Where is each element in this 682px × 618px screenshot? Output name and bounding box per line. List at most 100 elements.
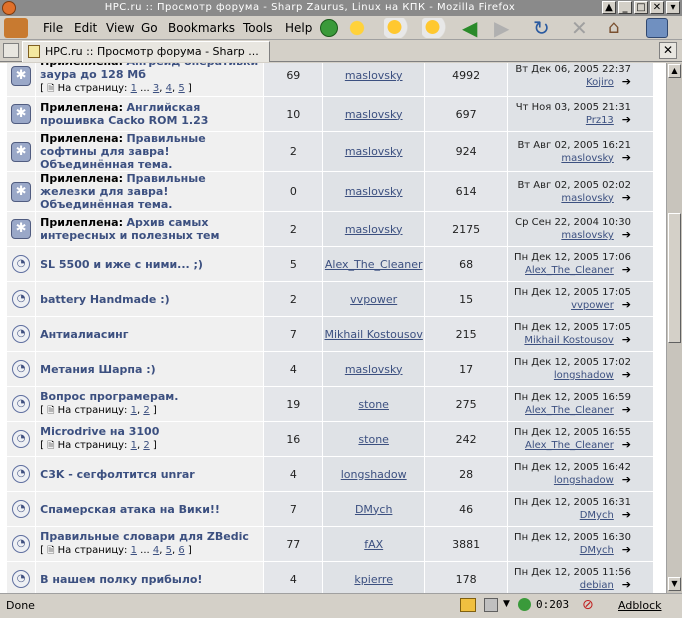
- author-link[interactable]: DMych: [355, 503, 393, 516]
- author-link[interactable]: maslovsky: [345, 108, 403, 121]
- goto-last-post-icon[interactable]: ➔: [617, 509, 631, 520]
- goto-last-post-icon[interactable]: ➔: [617, 299, 631, 310]
- last-post-user-link[interactable]: Prz13: [586, 115, 614, 126]
- goto-last-post-icon[interactable]: ➔: [617, 152, 631, 163]
- page-link[interactable]: 4: [166, 83, 172, 94]
- back-icon[interactable]: ◀: [462, 18, 484, 38]
- last-post-user-link[interactable]: longshadow: [554, 475, 614, 486]
- goto-last-post-icon[interactable]: ➔: [617, 264, 631, 275]
- author-link[interactable]: stone: [358, 398, 389, 411]
- goto-last-post-icon[interactable]: ➔: [617, 334, 631, 345]
- author-link[interactable]: kpierre: [354, 573, 393, 586]
- topic-title-link[interactable]: battery Handmade :): [40, 293, 170, 306]
- author-link[interactable]: maslovsky: [345, 223, 403, 236]
- menu-bookmarks[interactable]: Bookmarks: [168, 21, 235, 35]
- author-link[interactable]: vvpower: [350, 293, 397, 306]
- goto-last-post-icon[interactable]: ➔: [617, 439, 631, 450]
- last-post-user-link[interactable]: maslovsky: [561, 153, 613, 164]
- topic-title-link[interactable]: Microdrive на 3100: [40, 425, 159, 438]
- scrollbar-thumb[interactable]: [668, 213, 681, 343]
- last-post-user-link[interactable]: vvpower: [571, 300, 614, 311]
- adblock-link[interactable]: Adblock: [618, 599, 662, 612]
- topic-title-link[interactable]: Антиалиасинг: [40, 328, 128, 341]
- weather-cloudy-icon[interactable]: [384, 18, 414, 38]
- menu-view[interactable]: View: [106, 21, 134, 35]
- page-link[interactable]: 1: [131, 440, 137, 451]
- page-link[interactable]: 5: [178, 83, 184, 94]
- page-link[interactable]: 1: [131, 545, 137, 556]
- author-link[interactable]: longshadow: [341, 468, 407, 481]
- home-icon[interactable]: ⌂: [608, 18, 630, 38]
- menu-file[interactable]: File: [43, 21, 63, 35]
- page-link[interactable]: 3: [153, 83, 159, 94]
- close-window-icon[interactable]: ✕: [650, 1, 664, 14]
- window-menu-icon[interactable]: ▾: [666, 1, 680, 14]
- weather-sun-icon[interactable]: [346, 18, 368, 38]
- topic-title-link[interactable]: SL 5500 и иже с ними... ;): [40, 258, 203, 271]
- menu-help[interactable]: Help: [285, 21, 312, 35]
- goto-last-post-icon[interactable]: ➔: [617, 544, 631, 555]
- new-tab-icon[interactable]: [3, 43, 19, 58]
- topic-title-link[interactable]: Вопрос програмерам.: [40, 390, 178, 403]
- vertical-scrollbar[interactable]: ▲ ▼: [666, 63, 682, 593]
- maximize-icon[interactable]: □: [634, 1, 648, 14]
- last-post-user-link[interactable]: Kojiro: [586, 77, 614, 88]
- author-link[interactable]: Alex_The_Cleaner: [325, 258, 423, 271]
- stop-icon[interactable]: ✕: [571, 18, 593, 38]
- page-link[interactable]: 5: [166, 545, 172, 556]
- last-post-user-link[interactable]: maslovsky: [561, 230, 613, 241]
- author-link[interactable]: Mikhail Kostousov: [325, 328, 423, 341]
- goto-last-post-icon[interactable]: ➔: [617, 76, 631, 87]
- page-link[interactable]: 2: [143, 405, 149, 416]
- shade-icon[interactable]: ▲: [602, 1, 616, 14]
- menu-tools[interactable]: Tools: [243, 21, 273, 35]
- menu-go[interactable]: Go: [141, 21, 158, 35]
- last-post-user-link[interactable]: DMych: [580, 510, 614, 521]
- menu-edit[interactable]: Edit: [74, 21, 97, 35]
- close-tab-icon[interactable]: ✕: [659, 42, 677, 59]
- last-post-user-link[interactable]: DMych: [580, 545, 614, 556]
- goto-last-post-icon[interactable]: ➔: [617, 474, 631, 485]
- topic-title-link[interactable]: C3K - сегфолтится unrar: [40, 468, 195, 481]
- block-icon[interactable]: ⊘: [582, 597, 594, 613]
- topic-title-link[interactable]: Спамерская атака на Вики!!: [40, 503, 220, 516]
- page-link[interactable]: 2: [143, 440, 149, 451]
- topic-title-link[interactable]: Правильные словари для ZBedic: [40, 530, 249, 543]
- author-link[interactable]: stone: [358, 433, 389, 446]
- last-post-user-link[interactable]: longshadow: [554, 370, 614, 381]
- page-link[interactable]: 1: [131, 83, 137, 94]
- scroll-down-icon[interactable]: ▼: [668, 577, 681, 591]
- topic-title-link[interactable]: В нашем полку прибыло!: [40, 573, 202, 586]
- weather-cloudy-icon-2[interactable]: [422, 18, 452, 38]
- minimize-icon[interactable]: _: [618, 1, 632, 14]
- topic-title-link[interactable]: Метания Шарпа :): [40, 363, 156, 376]
- goto-last-post-icon[interactable]: ➔: [617, 229, 631, 240]
- goto-last-post-icon[interactable]: ➔: [617, 114, 631, 125]
- last-post-user-link[interactable]: debian: [580, 580, 614, 591]
- author-link[interactable]: fAX: [364, 538, 383, 551]
- goto-last-post-icon[interactable]: ➔: [617, 404, 631, 415]
- last-post-user-link[interactable]: Mikhail Kostousov: [524, 335, 613, 346]
- last-post-user-link[interactable]: Alex_The_Cleaner: [525, 265, 614, 276]
- last-post-user-link[interactable]: Alex_The_Cleaner: [525, 405, 614, 416]
- author-link[interactable]: maslovsky: [345, 145, 403, 158]
- tab-active[interactable]: HPC.ru :: Просмотр форума - Sharp ...: [22, 41, 270, 62]
- dropdown-icon[interactable]: ▼: [503, 599, 510, 609]
- goto-last-post-icon[interactable]: ➔: [617, 192, 631, 203]
- bookmark-grip-icon[interactable]: [4, 18, 28, 38]
- page-link[interactable]: 1: [131, 405, 137, 416]
- author-link[interactable]: maslovsky: [345, 185, 403, 198]
- author-link[interactable]: maslovsky: [345, 69, 403, 82]
- last-post-user-link[interactable]: Alex_The_Cleaner: [525, 440, 614, 451]
- goto-last-post-icon[interactable]: ➔: [617, 369, 631, 380]
- forward-icon[interactable]: ▶: [494, 18, 516, 38]
- extension-icon[interactable]: [484, 598, 498, 612]
- reload-icon[interactable]: ↻: [533, 18, 555, 38]
- page-link[interactable]: 6: [178, 545, 184, 556]
- author-link[interactable]: maslovsky: [345, 363, 403, 376]
- last-post-user-link[interactable]: maslovsky: [561, 193, 613, 204]
- folder-icon[interactable]: [460, 598, 476, 612]
- page-link[interactable]: 4: [153, 545, 159, 556]
- goto-last-post-icon[interactable]: ➔: [617, 579, 631, 590]
- scroll-up-icon[interactable]: ▲: [668, 64, 681, 78]
